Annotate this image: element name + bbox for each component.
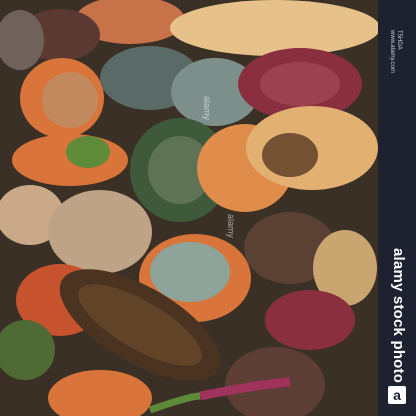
- photo-stage: alamy alamy T5HDA www.alamy.com alamy sto…: [0, 0, 416, 416]
- alamy-brand: alamy stock photo a: [385, 248, 411, 408]
- rot-spot: [262, 133, 318, 177]
- vegetables-illustration: [0, 0, 378, 416]
- brand-text: alamy stock photo: [390, 248, 407, 384]
- mold-lower: [150, 242, 230, 302]
- watermark-text: alamy: [226, 214, 236, 239]
- greens-small: [66, 136, 110, 168]
- image-id-text: T5HDA www.alamy.com: [389, 30, 402, 73]
- alamy-logo-icon: a: [388, 386, 406, 404]
- rotting-vegetables-photo: alamy alamy: [0, 0, 378, 416]
- parsnip-top: [170, 0, 378, 56]
- potato-center: [48, 190, 152, 274]
- red-root: [265, 290, 355, 350]
- squash-mold: [42, 72, 98, 128]
- watermark-text: alamy: [202, 96, 212, 121]
